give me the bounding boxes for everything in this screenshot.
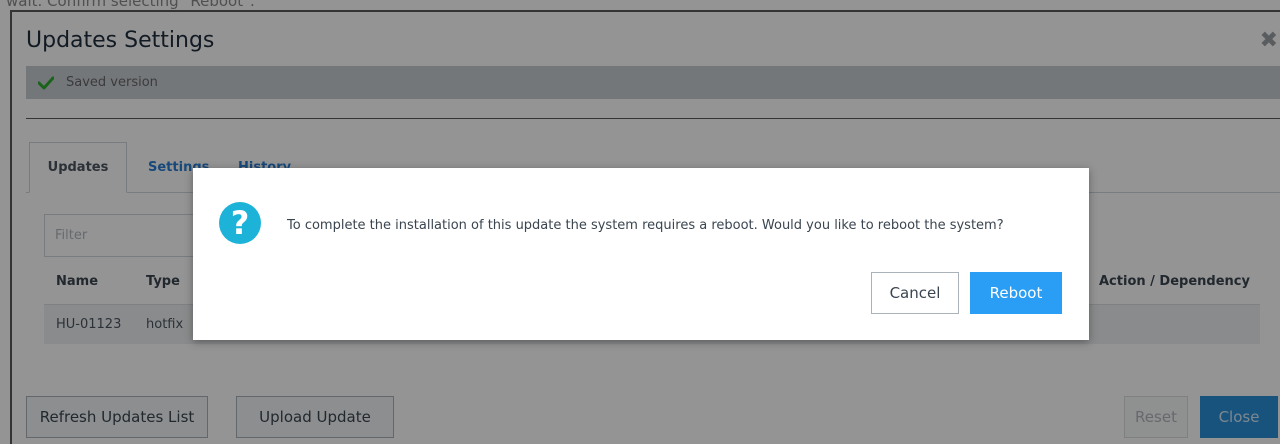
reboot-confirm-dialog: ? To complete the installation of this u…: [193, 168, 1089, 340]
question-icon: ?: [219, 202, 261, 244]
reboot-button[interactable]: Reboot: [970, 272, 1062, 314]
cancel-button[interactable]: Cancel: [871, 272, 959, 314]
dialog-message: To complete the installation of this upd…: [287, 218, 1004, 233]
